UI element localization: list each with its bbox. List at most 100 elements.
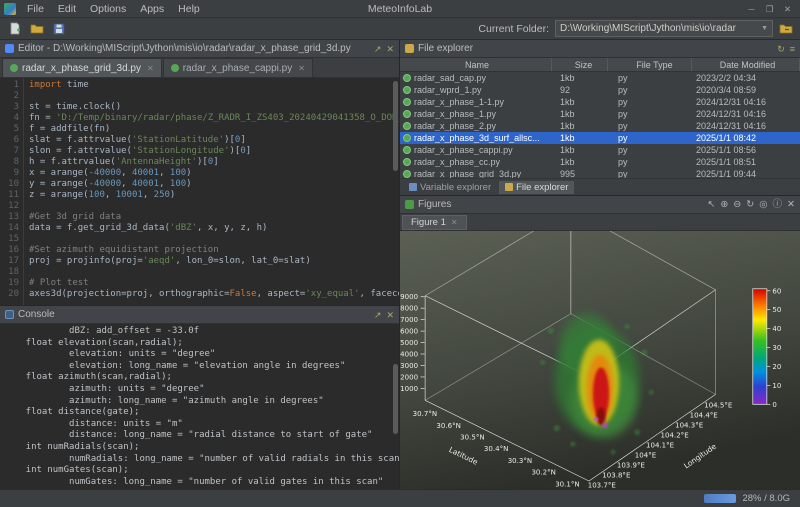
info-icon[interactable]: ⓘ [773, 200, 783, 210]
file-row[interactable]: radar_x_phase_2.py1kbpy2024/12/31 04:16 [400, 120, 800, 132]
latitude-tick-label: 30.5°N [460, 434, 484, 442]
file-size-cell: 995 [552, 169, 608, 178]
console-scrollbar[interactable] [392, 324, 399, 489]
file-row[interactable]: radar_x_phase_3d_surf_allsc...1kbpy2025/… [400, 132, 800, 144]
refresh-icon[interactable]: ↻ [777, 44, 785, 54]
file-row[interactable]: radar_x_phase_cc.py1kbpy2025/1/1 08:51 [400, 156, 800, 168]
menu-icon[interactable]: ≡ [790, 44, 795, 54]
file-name: radar_x_phase_1-1.py [414, 97, 504, 107]
tab-variable-explorer-icon [409, 183, 417, 191]
rotate-icon[interactable]: ↻ [746, 200, 754, 210]
select-icon[interactable]: ↖ [707, 200, 715, 210]
line-number: 3 [0, 102, 19, 113]
radar-3d-plot[interactable]: 900080007000600050004000300020001000 30.… [400, 231, 800, 489]
minimize-button[interactable]: ─ [743, 2, 760, 16]
close-panel-icon[interactable]: ✕ [386, 44, 394, 54]
scrollbar-thumb[interactable] [393, 81, 398, 171]
code-token: ) [186, 179, 191, 189]
code-line [29, 234, 399, 245]
close-panel-icon[interactable]: ✕ [787, 200, 795, 210]
chevron-down-icon[interactable]: ▼ [757, 25, 768, 32]
browse-folder-icon[interactable] [776, 20, 795, 38]
line-number: 17 [0, 256, 19, 267]
close-icon[interactable]: ✕ [298, 64, 305, 73]
file-date-cell: 2025/1/1 08:56 [692, 145, 800, 155]
file-table-body: radar_sad_cap.py1kbpy2023/2/2 04:34radar… [400, 72, 800, 178]
editor-tab[interactable]: radar_x_phase_cappi.py ✕ [163, 58, 313, 77]
float-panel-icon[interactable]: ↗ [374, 310, 382, 320]
code-line: #Set azimuth equidistant projection [29, 245, 399, 256]
file-row[interactable]: radar_x_phase_1-1.py1kbpy2024/12/31 04:1… [400, 96, 800, 108]
code-line: z = arange(100, 10001, 250) [29, 190, 399, 201]
column-header-size[interactable]: Size [552, 58, 608, 71]
file-row[interactable]: radar_x_phase_cappi.py1kbpy2025/1/1 08:5… [400, 144, 800, 156]
tab-variable-explorer[interactable]: Variable explorer [403, 181, 497, 194]
file-row[interactable]: radar_sad_cap.py1kbpy2023/2/2 04:34 [400, 72, 800, 84]
tab-file-explorer[interactable]: File explorer [499, 181, 574, 194]
code-line: proj = projinfo(proj='aeqd', lon_0=slon,… [29, 256, 399, 267]
console-icon [5, 310, 14, 319]
current-folder-combobox[interactable]: D:\Working\MIScript\Jython\mis\io\radar … [555, 20, 773, 37]
window-controls: ─❐✕ [743, 2, 796, 16]
maximize-button[interactable]: ❐ [761, 2, 778, 16]
figure-tab[interactable]: Figure 1 ✕ [402, 215, 467, 230]
editor-scrollbar[interactable] [392, 78, 399, 305]
close-icon[interactable]: ✕ [147, 64, 154, 73]
code-line: h = f.attrvalue('AntennaHeight')[0] [29, 157, 399, 168]
orbit-icon[interactable]: ◎ [759, 200, 767, 210]
code-token: ] [240, 135, 245, 145]
file-explorer-header-icons: ↻≡ [777, 44, 795, 54]
current-folder-label: Current Folder: [478, 23, 549, 35]
file-date-cell: 2024/12/31 04:16 [692, 121, 800, 131]
longitude-tick-label: 104°E [635, 452, 656, 460]
file-row[interactable]: radar_wprd_1.py92py2020/3/4 08:59 [400, 84, 800, 96]
console-panel: Console ↗✕ dBZ: add_offset = -33.0f floa… [0, 306, 399, 489]
save-icon[interactable] [49, 20, 68, 38]
code-token: data = f.get_grid_3d_data( [29, 223, 170, 233]
tab-file-explorer-icon [505, 183, 513, 191]
code-token: , [121, 179, 132, 189]
file-name: radar_x_phase_2.py [414, 121, 496, 131]
zoom-out-icon[interactable]: ⊖ [733, 200, 741, 210]
close-button[interactable]: ✕ [779, 2, 796, 16]
file-size-cell: 1kb [552, 133, 608, 143]
editor-panel-header: Editor - D:\Working\MIScript\Jython\mis\… [0, 40, 399, 58]
close-panel-icon[interactable]: ✕ [386, 310, 394, 320]
current-folder-value: D:\Working\MIScript\Jython\mis\io\radar [560, 23, 736, 34]
code-token: slat = f.attrvalue( [29, 135, 132, 145]
figure-plot[interactable]: 900080007000600050004000300020001000 30.… [400, 231, 800, 489]
line-number: 10 [0, 179, 19, 190]
line-number: 9 [0, 168, 19, 179]
column-header-file-type[interactable]: File Type [608, 58, 692, 71]
z-tick-label: 3000 [400, 362, 418, 370]
chart-icon [405, 200, 414, 209]
code-token: , x, y, z, h) [197, 223, 267, 233]
console-output[interactable]: dBZ: add_offset = -33.0f float elevation… [0, 324, 399, 489]
menu-file[interactable]: File [20, 2, 51, 16]
scrollbar-thumb[interactable] [393, 364, 398, 434]
code-token: 40001 [132, 179, 159, 189]
file-row[interactable]: radar_x_phase_1.py1kbpy2024/12/31 04:16 [400, 108, 800, 120]
editor-tab[interactable]: radar_x_phase_grid_3d.py✕ [2, 58, 162, 77]
zoom-in-icon[interactable]: ⊕ [720, 200, 728, 210]
code-content[interactable]: import timest = time.clock()fn = 'D:/Tem… [24, 78, 399, 305]
new-file-icon[interactable] [5, 20, 24, 38]
code-editor[interactable]: 1234567891011121314151617181920 import t… [0, 78, 399, 305]
editor-tab-label: radar_x_phase_cappi.py [183, 63, 293, 74]
close-icon[interactable]: ✕ [451, 218, 458, 227]
line-number: 20 [0, 289, 19, 300]
menu-options[interactable]: Options [83, 2, 133, 16]
menu-help[interactable]: Help [171, 2, 207, 16]
py-file-icon [10, 64, 18, 72]
column-header-name[interactable]: Name [400, 58, 552, 71]
menu-edit[interactable]: Edit [51, 2, 83, 16]
open-folder-icon[interactable] [27, 20, 46, 38]
line-number: 6 [0, 135, 19, 146]
file-row[interactable]: radar_x_phase_grid_3d.py995py2025/1/1 09… [400, 168, 800, 178]
z-tick-label: 9000 [400, 293, 418, 301]
code-token: y = arange( [29, 179, 89, 189]
colorbar-tick-label: 30 [772, 344, 781, 352]
column-header-date-modified[interactable]: Date Modified [692, 58, 800, 71]
float-panel-icon[interactable]: ↗ [374, 44, 382, 54]
menu-apps[interactable]: Apps [133, 2, 171, 16]
